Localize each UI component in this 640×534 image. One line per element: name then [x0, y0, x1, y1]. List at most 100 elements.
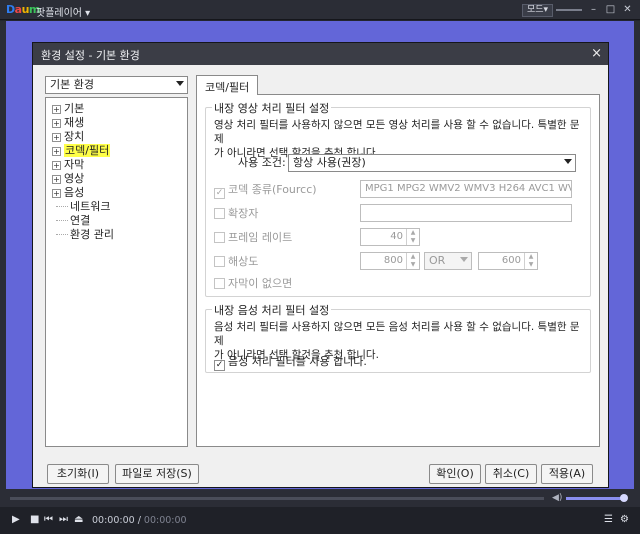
- duration: 00:00:00: [143, 515, 187, 526]
- resolution-label: 해상도: [228, 255, 259, 268]
- cancel-button[interactable]: 취소(C): [485, 464, 537, 484]
- left-frame: [0, 21, 6, 489]
- dialog-title: 환경 설정 - 기본 환경: [41, 49, 140, 62]
- expand-icon[interactable]: +: [52, 119, 61, 128]
- ok-button[interactable]: 확인(O): [429, 464, 481, 484]
- resolution-operator-select[interactable]: OR: [424, 252, 472, 270]
- tree-item-association[interactable]: 연결: [52, 214, 90, 228]
- tree-connector: [56, 206, 68, 207]
- spin-up-icon[interactable]: ▲: [407, 253, 419, 261]
- playlist-icon[interactable]: ☰: [604, 514, 613, 526]
- resolution-width-stepper[interactable]: 800 ▲ ▼: [360, 252, 420, 270]
- use-condition-label: 사용 조건:: [238, 156, 286, 169]
- checkbox-box: [214, 278, 225, 289]
- tree-item-network[interactable]: 네트워크: [52, 200, 110, 214]
- audio-desc-line1: 음성 처리 필터를 사용하지 않으면 모든 음성 처리를 사용 할 수 없습니다…: [214, 321, 580, 347]
- save-to-file-button[interactable]: 파일로 저장(S): [115, 464, 199, 484]
- audio-filter-group: 내장 음성 처리 필터 설정 음성 처리 필터를 사용하지 않으면 모든 음성 …: [205, 302, 591, 373]
- tab-codec-filter[interactable]: 코덱/필터: [196, 75, 259, 95]
- expand-icon[interactable]: +: [52, 175, 61, 184]
- tree-item-label: 네트워크: [70, 200, 111, 213]
- stepper-buttons[interactable]: ▲ ▼: [524, 253, 537, 269]
- play-icon[interactable]: ▶: [12, 514, 20, 526]
- audio-filter-checkbox[interactable]: ✓ 음성 처리 필터를 사용 합니다.: [214, 355, 367, 371]
- settings-gear-icon[interactable]: ⚙: [620, 514, 629, 526]
- resolution-operator-value: OR: [429, 254, 446, 267]
- spin-down-icon[interactable]: ▼: [407, 237, 419, 245]
- eject-icon[interactable]: ⏏: [74, 514, 83, 526]
- right-frame: [634, 21, 640, 489]
- tree-item-basic[interactable]: + 기본: [52, 102, 84, 116]
- volume-slider[interactable]: [566, 497, 624, 500]
- time-display: 00:00:00 / 00:00:00: [92, 515, 187, 526]
- control-bar: ▶ ■ ⏮ ⏭ ⏏ 00:00:00 / 00:00:00 ☰ ⚙: [0, 507, 640, 534]
- codec-kind-field[interactable]: MPG1 MPG2 WMV2 WMV3 H264 AVC1 WVC1: [360, 180, 572, 198]
- stop-icon[interactable]: ■: [30, 514, 39, 526]
- framerate-value: 40: [390, 231, 403, 242]
- video-group-title: 내장 영상 처리 필터 설정: [212, 100, 332, 116]
- volume-icon[interactable]: ◀): [552, 493, 562, 503]
- tree-item-config-management[interactable]: 환경 관리: [52, 228, 114, 242]
- codec-filter-panel: 내장 영상 처리 필터 설정 영상 처리 필터를 사용하지 않으면 모든 영상 …: [196, 94, 600, 447]
- extension-field[interactable]: [360, 204, 572, 222]
- seek-slider[interactable]: [10, 497, 544, 500]
- expand-icon[interactable]: +: [52, 133, 61, 142]
- close-icon[interactable]: ✕: [621, 3, 634, 16]
- tree-item-playback[interactable]: + 재생: [52, 116, 84, 130]
- stepper-buttons[interactable]: ▲ ▼: [406, 229, 419, 245]
- chevron-down-icon: [460, 257, 468, 262]
- no-subtitle-checkbox[interactable]: 자막이 없으면: [214, 277, 292, 291]
- tree-item-label: 재생: [64, 116, 85, 129]
- expand-icon[interactable]: +: [52, 161, 61, 170]
- tree-item-audio[interactable]: + 음성: [52, 186, 84, 200]
- spin-down-icon[interactable]: ▼: [407, 261, 419, 269]
- settings-tree: + 기본 + 재생 + 장치 + 코덱/필터 + 자막 + 영상 + 음성 네트워크 연결 환…: [45, 97, 188, 447]
- resolution-checkbox[interactable]: 해상도: [214, 255, 258, 269]
- maximize-icon[interactable]: □: [604, 3, 617, 16]
- tree-item-label: 연결: [70, 214, 91, 227]
- chevron-down-icon: [564, 159, 572, 164]
- spin-down-icon[interactable]: ▼: [525, 261, 537, 269]
- checkbox-box: [214, 256, 225, 267]
- daum-logo[interactable]: Daum: [6, 3, 40, 17]
- next-icon[interactable]: ⏭: [59, 514, 68, 526]
- expand-icon[interactable]: +: [52, 189, 61, 198]
- tree-item-subtitle[interactable]: + 자막: [52, 158, 84, 172]
- resolution-height-value: 600: [501, 255, 521, 266]
- codec-kind-label: 코덱 종류(Fourcc): [228, 183, 317, 196]
- codec-kind-checkbox[interactable]: ✓ 코덱 종류(Fourcc): [214, 183, 317, 199]
- extension-label: 확장자: [228, 207, 259, 220]
- framerate-stepper[interactable]: 40 ▲ ▼: [360, 228, 420, 246]
- app-menu-button[interactable]: 팟플레이어 ▾: [36, 4, 90, 19]
- opacity-slider[interactable]: [556, 9, 582, 11]
- volume-knob[interactable]: [620, 494, 628, 502]
- seek-area: ◀): [0, 489, 640, 507]
- logo-letter-d: D: [6, 3, 15, 16]
- category-select[interactable]: 기본 환경: [45, 76, 188, 94]
- tree-item-codec-filter[interactable]: + 코덱/필터: [52, 144, 111, 158]
- tree-item-video[interactable]: + 영상: [52, 172, 84, 186]
- tree-connector: [56, 234, 68, 235]
- expand-icon[interactable]: +: [52, 147, 61, 156]
- current-time: 00:00:00: [92, 515, 135, 526]
- tree-item-label: 환경 관리: [70, 228, 114, 241]
- player-titlebar: Daum 팟플레이어 ▾ 모드▾ – □ ✕: [0, 0, 640, 20]
- apply-button[interactable]: 적용(A): [541, 464, 593, 484]
- reset-button[interactable]: 초기화(I): [47, 464, 109, 484]
- extension-checkbox[interactable]: 확장자: [214, 207, 258, 221]
- tree-connector: [56, 220, 68, 221]
- spin-up-icon[interactable]: ▲: [407, 229, 419, 237]
- dialog-close-icon[interactable]: ×: [591, 46, 602, 61]
- minimize-icon[interactable]: –: [587, 3, 600, 16]
- mode-button[interactable]: 모드▾: [522, 4, 554, 17]
- video-filter-group: 내장 영상 처리 필터 설정 영상 처리 필터를 사용하지 않으면 모든 영상 …: [205, 100, 591, 297]
- use-condition-select[interactable]: 항상 사용(권장): [288, 154, 576, 172]
- previous-icon[interactable]: ⏮: [44, 514, 53, 526]
- time-separator: /: [134, 515, 144, 526]
- tree-item-device[interactable]: + 장치: [52, 130, 84, 144]
- stepper-buttons[interactable]: ▲ ▼: [406, 253, 419, 269]
- expand-icon[interactable]: +: [52, 105, 61, 114]
- resolution-height-stepper[interactable]: 600 ▲ ▼: [478, 252, 538, 270]
- spin-up-icon[interactable]: ▲: [525, 253, 537, 261]
- framerate-checkbox[interactable]: 프레임 레이트: [214, 231, 292, 245]
